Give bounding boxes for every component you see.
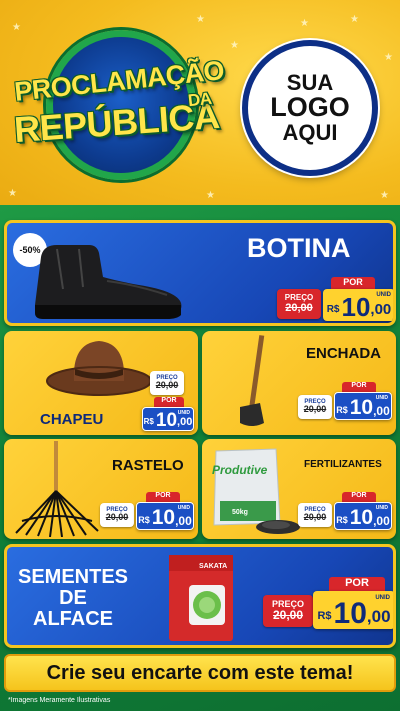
old-price-tag: PREÇO 20,00 xyxy=(277,289,321,319)
fertilizer-bag-image xyxy=(213,448,300,534)
new-price-box: R$ 10 ,00 UNID xyxy=(334,392,392,420)
product-name: FERTILIZANTES xyxy=(304,459,382,470)
new-price-box: R$ 10 ,00 UNID xyxy=(313,591,393,630)
title-da: DA xyxy=(187,88,213,111)
old-price-tag: PREÇO 20,00 xyxy=(298,395,332,419)
cta-text: Crie seu encarte com este tema! xyxy=(46,661,354,684)
old-price-value: 20,00 xyxy=(155,380,179,391)
campaign-title: PROCLAMAÇÃO REPÚBLICA DA xyxy=(8,28,226,198)
product-name: CHAPEU xyxy=(40,411,104,428)
price-decimal: ,00 xyxy=(366,607,391,626)
por-label: POR xyxy=(154,397,184,407)
product-name: BOTINA xyxy=(247,233,351,263)
product-name-line2: DE xyxy=(59,587,87,609)
logo-text-line1: SUA xyxy=(286,69,334,95)
old-price-value: 20,00 xyxy=(303,512,327,523)
fertilizer-brand: Produtive xyxy=(212,463,268,477)
product-card-sementes: SEMENTES DE ALFACE SAKATA PREÇO 20,00 PO… xyxy=(4,544,396,648)
old-price-tag: PREÇO 20,00 xyxy=(150,371,184,395)
product-card-fertilizantes: Produtive 50kg FERTILIZANTES POR PREÇO 2… xyxy=(202,439,396,539)
product-name-line1: SEMENTES xyxy=(17,566,129,588)
currency-symbol: R$ xyxy=(143,417,154,426)
por-label: POR xyxy=(329,577,385,591)
product-card-rastelo: RASTELO POR PREÇO 20,00 R$ 10 ,00 UNID xyxy=(4,439,198,539)
star-icon: ★ xyxy=(380,190,389,201)
disclaimer-note: *Imagens Meramente Ilustrativas xyxy=(8,697,111,704)
old-price-value: 20,00 xyxy=(272,607,304,622)
price-integer: 10 xyxy=(349,506,374,530)
product-card-botina: -50% BOTINA PREÇO 20,00 POR R$ 10 ,00 UN… xyxy=(4,220,396,326)
unit-label: UNID xyxy=(177,410,190,416)
rake-image xyxy=(15,441,99,537)
price-integer: 10 xyxy=(341,291,371,322)
price-decimal: ,00 xyxy=(373,514,390,528)
logo-placeholder: SUA LOGO AQUI xyxy=(242,40,378,176)
new-price-box: R$ 10 ,00 UNID xyxy=(142,407,194,431)
old-price-value: 20,00 xyxy=(105,512,129,523)
price-integer: 10 xyxy=(155,409,178,431)
old-price-tag: PREÇO 20,00 xyxy=(100,503,134,527)
por-label: POR xyxy=(342,492,376,502)
por-label: POR xyxy=(342,382,376,392)
logo-text-line3: AQUI xyxy=(282,119,338,145)
star-icon: ★ xyxy=(350,14,359,25)
unit-label: UNID xyxy=(177,505,190,511)
price-integer: 10 xyxy=(333,597,367,630)
boot-image xyxy=(35,245,182,319)
product-name: RASTELO xyxy=(112,457,184,474)
new-price-box: R$ 10 ,00 UNID xyxy=(323,289,393,322)
currency-symbol: R$ xyxy=(326,304,340,315)
por-label: POR xyxy=(331,277,375,289)
currency-symbol: R$ xyxy=(336,515,348,525)
old-price-label: PREÇO xyxy=(284,292,314,302)
product-name: ENCHADA xyxy=(306,345,381,362)
price-integer: 10 xyxy=(151,506,176,530)
price-decimal: ,00 xyxy=(373,404,390,418)
hat-image xyxy=(46,341,152,396)
currency-symbol: R$ xyxy=(317,610,332,622)
unit-label: UNID xyxy=(375,595,390,601)
old-price-value: 20,00 xyxy=(303,404,327,415)
price-integer: 10 xyxy=(349,396,374,420)
price-decimal: ,00 xyxy=(175,514,192,528)
product-name-line3: ALFACE xyxy=(33,608,113,630)
logo-text-line2: LOGO xyxy=(270,92,350,123)
hoe-image xyxy=(240,335,265,426)
fertilizer-weight: 50kg xyxy=(232,509,248,516)
product-name: SEMENTES DE ALFACE xyxy=(13,567,133,630)
unit-label: UNID xyxy=(375,505,388,511)
currency-symbol: R$ xyxy=(138,515,150,525)
new-price-box: R$ 10 ,00 UNID xyxy=(136,502,194,530)
product-card-enchada: ENCHADA POR PREÇO 20,00 R$ 10 ,00 UNID xyxy=(202,331,396,435)
old-price-value: 20,00 xyxy=(285,301,313,314)
seed-pack-brand: SAKATA xyxy=(199,563,228,570)
star-icon: ★ xyxy=(384,52,393,63)
product-card-chapeu: CHAPEU PREÇO 20,00 POR R$ 10 ,00 UNID xyxy=(4,331,198,435)
currency-symbol: R$ xyxy=(336,405,348,415)
old-price-tag: PREÇO 20,00 xyxy=(298,503,332,527)
por-label: POR xyxy=(146,492,180,502)
unit-label: UNID xyxy=(375,395,388,401)
price-decimal: ,00 xyxy=(370,301,392,318)
price-decimal: ,00 xyxy=(177,416,193,428)
star-icon: ★ xyxy=(196,14,205,25)
star-icon: ★ xyxy=(230,40,239,51)
cta-banner[interactable]: Crie seu encarte com este tema! xyxy=(4,654,396,692)
star-icon: ★ xyxy=(300,18,309,29)
new-price-box: R$ 10 ,00 UNID xyxy=(334,502,392,530)
old-price-tag: PREÇO 20,00 xyxy=(263,595,313,627)
unit-label: UNID xyxy=(376,292,391,298)
